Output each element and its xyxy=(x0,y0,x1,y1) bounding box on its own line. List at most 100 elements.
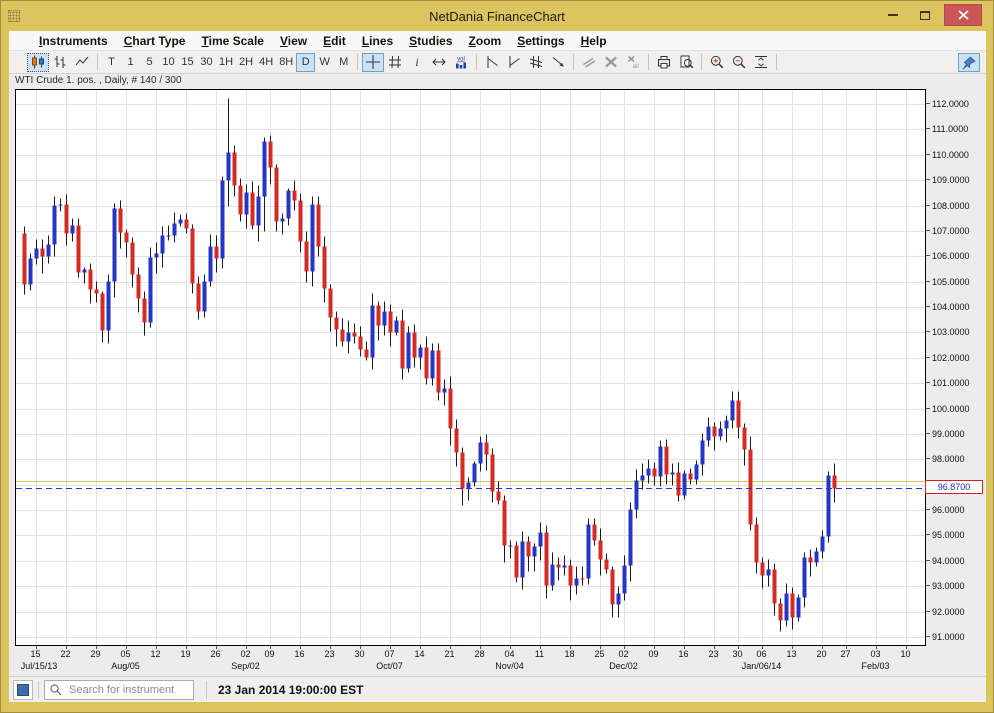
menu-lines[interactable]: Lines xyxy=(354,32,401,50)
menu-settings[interactable]: Settings xyxy=(509,32,572,50)
y-axis-tick xyxy=(926,433,930,434)
x-axis-day-label: 04 xyxy=(504,649,514,659)
timeframe-5[interactable]: 5 xyxy=(140,53,159,72)
timeframe-monthly[interactable]: M xyxy=(334,53,353,72)
timeframe-10-label: 10 xyxy=(162,56,174,68)
print-preview[interactable] xyxy=(675,53,697,72)
x-axis-month-label: Nov/04 xyxy=(495,661,524,671)
timeframe-1h[interactable]: 1H xyxy=(216,53,236,72)
chart-plot[interactable] xyxy=(15,89,926,646)
close-button[interactable] xyxy=(944,4,982,26)
menu-view[interactable]: View xyxy=(272,32,315,50)
x-axis-day-label: 18 xyxy=(564,649,574,659)
timeframe-2h-label: 2H xyxy=(239,56,253,68)
x-axis-day-label: 20 xyxy=(816,649,826,659)
timeframe-1[interactable]: 1 xyxy=(121,53,140,72)
arrow-tool[interactable] xyxy=(547,53,569,72)
x-axis-day-label: 22 xyxy=(60,649,70,659)
menu-time-scale[interactable]: Time Scale xyxy=(193,32,272,50)
y-axis-label: 91.0000 xyxy=(926,632,965,642)
y-axis-label: 106.0000 xyxy=(926,251,970,261)
x-axis-month-label: Dec/02 xyxy=(609,661,638,671)
y-axis-label: 101.0000 xyxy=(926,378,970,388)
trend-line-up[interactable] xyxy=(503,53,525,72)
trendline2-icon xyxy=(506,54,522,70)
x-axis: 1522290512192602091623300714212804111825… xyxy=(15,646,926,674)
y-axis-label: 110.0000 xyxy=(926,150,969,160)
delete-line[interactable] xyxy=(600,53,622,72)
crosshair[interactable] xyxy=(362,53,384,72)
statusbar-divider xyxy=(206,681,207,699)
chart-legend: WTI Crude 1. pos. , Daily, # 140 / 300 xyxy=(15,75,182,86)
timeframe-8h[interactable]: 8H xyxy=(276,53,296,72)
chart-type-candlestick[interactable] xyxy=(27,53,49,72)
timeframe-5-label: 5 xyxy=(146,56,152,68)
menu-studies[interactable]: Studies xyxy=(401,32,460,50)
delete-icon xyxy=(603,54,619,70)
menu-zoom[interactable]: Zoom xyxy=(461,32,510,50)
pin-panel[interactable] xyxy=(958,53,980,72)
menu-instruments[interactable]: Instruments xyxy=(31,32,116,50)
y-axis: 112.0000111.0000110.0000109.0000108.0000… xyxy=(926,89,986,646)
status-bar: 23 Jan 2014 19:00:00 EST xyxy=(9,676,986,702)
menu-chart-type[interactable]: Chart Type xyxy=(116,32,194,50)
svg-text:i: i xyxy=(416,55,419,69)
horizontal-expand[interactable] xyxy=(428,53,450,72)
maximize-button[interactable] xyxy=(912,4,938,26)
timeframe-15[interactable]: 15 xyxy=(178,53,197,72)
chart-region: WTI Crude 1. pos. , Daily, # 140 / 300 1… xyxy=(9,74,986,676)
x-axis-day-label: 28 xyxy=(474,649,484,659)
timeframe-4h-label: 4H xyxy=(259,56,273,68)
y-axis-tick xyxy=(926,560,930,561)
x-axis-day-label: 09 xyxy=(264,649,274,659)
timeframe-10[interactable]: 10 xyxy=(159,53,178,72)
channel-lines[interactable] xyxy=(525,53,547,72)
titlebar: NetDania FinanceChart xyxy=(1,1,993,31)
chart-type-line[interactable] xyxy=(71,53,93,72)
y-axis-tick xyxy=(926,103,930,104)
y-axis-label: 100.0000 xyxy=(926,404,970,414)
zoom-in[interactable] xyxy=(706,53,728,72)
parallel-lines[interactable] xyxy=(578,53,600,72)
toolbar-separator xyxy=(476,54,477,70)
minimize-button[interactable] xyxy=(880,4,906,26)
menu-edit[interactable]: Edit xyxy=(315,32,354,50)
y-axis-tick xyxy=(926,585,930,586)
x-axis-day-label: 29 xyxy=(90,649,100,659)
trend-line-down[interactable] xyxy=(481,53,503,72)
maximize-icon xyxy=(920,11,930,20)
timeframe-2h[interactable]: 2H xyxy=(236,53,256,72)
menu-help[interactable]: Help xyxy=(573,32,615,50)
y-axis-label: 108.0000 xyxy=(926,201,970,211)
expand-icon xyxy=(431,54,447,70)
timeframe-tick[interactable]: T xyxy=(102,53,121,72)
app-window: NetDania FinanceChart InstrumentsChart T… xyxy=(0,0,994,713)
y-axis-label: 95.0000 xyxy=(926,530,965,540)
fit-vertical[interactable] xyxy=(750,53,772,72)
y-axis-tick xyxy=(926,357,930,358)
info[interactable]: i xyxy=(406,53,428,72)
volume-toggle[interactable]: vol xyxy=(450,53,472,72)
chart-type-bars[interactable] xyxy=(49,53,71,72)
print[interactable] xyxy=(653,53,675,72)
instrument-button[interactable] xyxy=(13,680,33,700)
zoom-out[interactable] xyxy=(728,53,750,72)
grid-toggle[interactable] xyxy=(384,53,406,72)
x-axis-day-label: 03 xyxy=(870,649,880,659)
window-content: InstrumentsChart TypeTime ScaleViewEditL… xyxy=(9,31,986,702)
search-input[interactable] xyxy=(44,680,194,700)
x-axis-day-label: 23 xyxy=(708,649,718,659)
timeframe-8h-label: 8H xyxy=(279,56,293,68)
timeframe-4h[interactable]: 4H xyxy=(256,53,276,72)
x-axis-day-label: 25 xyxy=(594,649,604,659)
close-icon xyxy=(958,10,969,20)
x-axis-day-label: 30 xyxy=(354,649,364,659)
x-axis-day-label: 23 xyxy=(324,649,334,659)
timeframe-daily[interactable]: D xyxy=(296,53,315,72)
delete-all-lines[interactable]: all xyxy=(622,53,644,72)
timeframe-weekly[interactable]: W xyxy=(315,53,334,72)
timeframe-30[interactable]: 30 xyxy=(197,53,216,72)
y-axis-tick xyxy=(926,230,930,231)
y-axis-label: 112.0000 xyxy=(926,99,969,109)
y-axis-tick xyxy=(926,534,930,535)
